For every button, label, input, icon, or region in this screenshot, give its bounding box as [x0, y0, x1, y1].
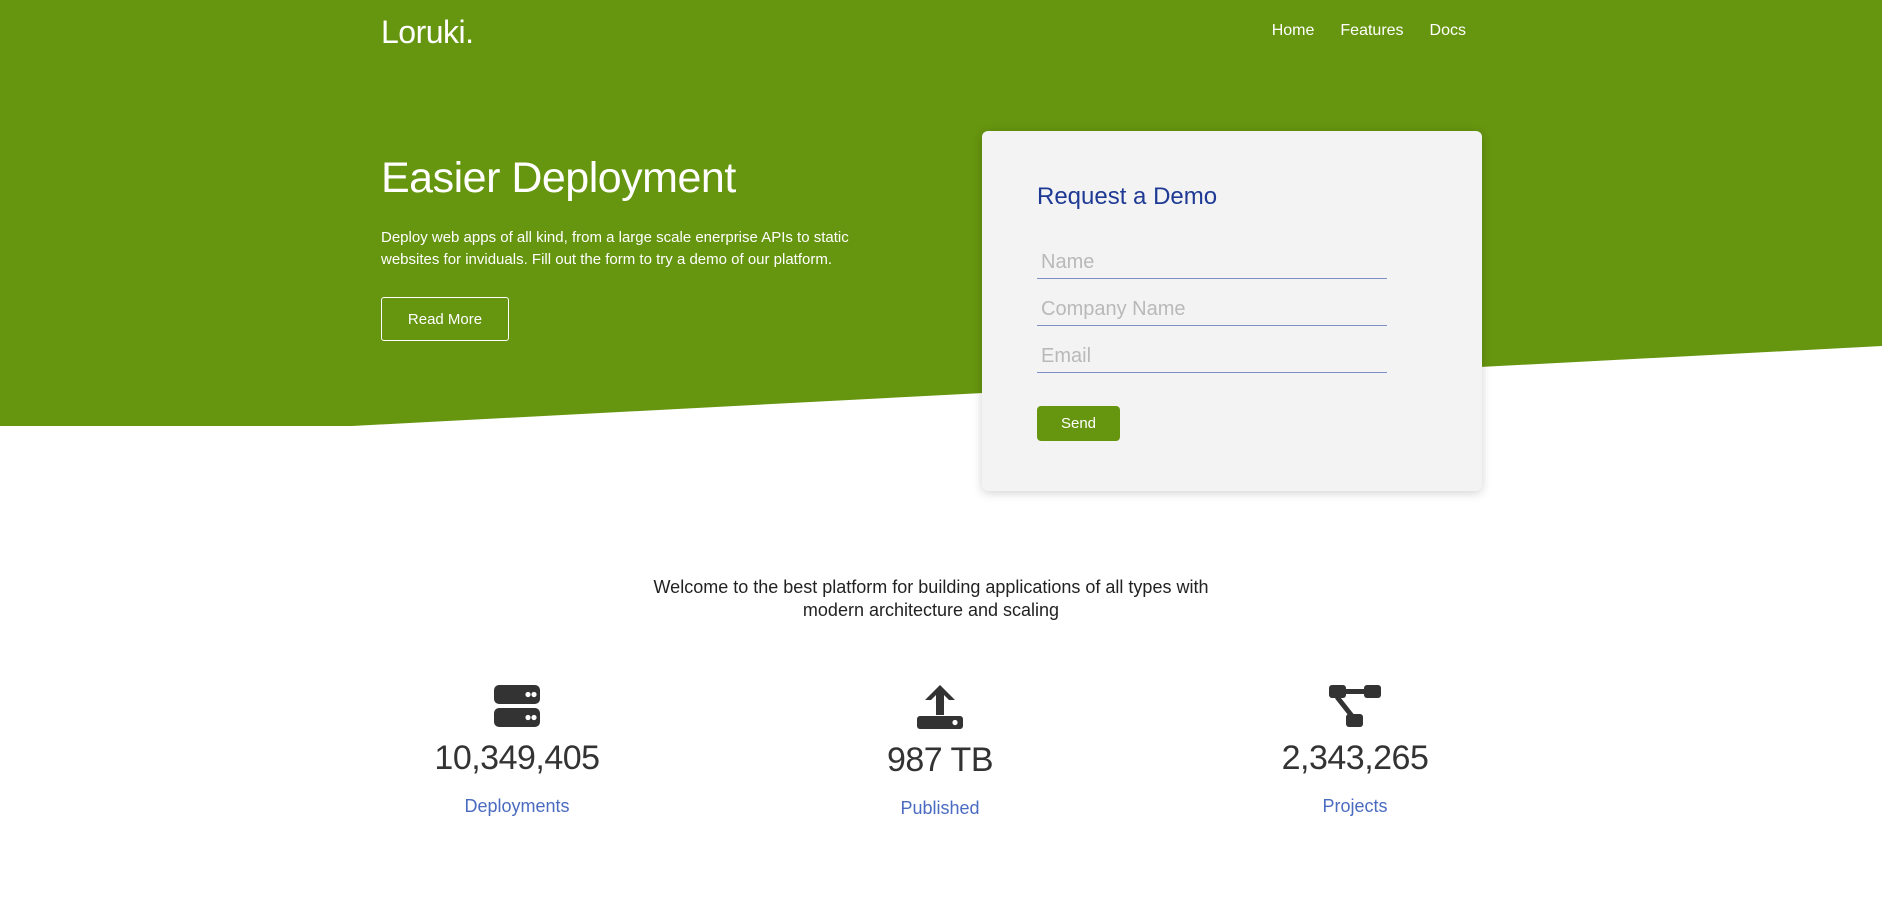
demo-request-card: Request a Demo Send: [982, 131, 1482, 491]
company-name-input[interactable]: [1037, 294, 1387, 326]
server-icon: [494, 685, 540, 727]
stat-label: Published: [900, 798, 980, 818]
welcome-text: Welcome to the best platform for buildin…: [653, 577, 1209, 620]
stat-value: 987 TB: [886, 741, 994, 779]
stat-published: 987 TB Published: [810, 683, 1070, 819]
hero-description: Deploy web apps of all kind, from a larg…: [381, 229, 849, 268]
nav-features[interactable]: Features: [1340, 22, 1403, 40]
stat-value: 2,343,265: [1281, 739, 1429, 777]
nav-home[interactable]: Home: [1272, 22, 1315, 40]
hero-background: [0, 0, 1882, 426]
stat-projects: 2,343,265 Projects: [1225, 683, 1485, 817]
upload-icon: [917, 685, 963, 729]
main-nav: Home Features Docs: [1272, 22, 1466, 40]
hero-title: Easier Deployment: [381, 154, 736, 202]
stat-label: Projects: [1322, 796, 1388, 816]
read-more-button[interactable]: Read More: [381, 297, 509, 341]
stat-deployments: 10,349,405 Deployments: [387, 683, 647, 817]
project-diagram-icon: [1329, 685, 1381, 727]
nav-docs[interactable]: Docs: [1430, 22, 1466, 40]
stat-label: Deployments: [464, 796, 570, 816]
demo-form-title: Request a Demo: [1037, 183, 1218, 210]
brand-logo[interactable]: Loruki.: [381, 14, 474, 51]
send-button[interactable]: Send: [1037, 406, 1120, 441]
email-input[interactable]: [1037, 341, 1387, 373]
name-input[interactable]: [1037, 247, 1387, 279]
stat-value: 10,349,405: [434, 739, 600, 777]
